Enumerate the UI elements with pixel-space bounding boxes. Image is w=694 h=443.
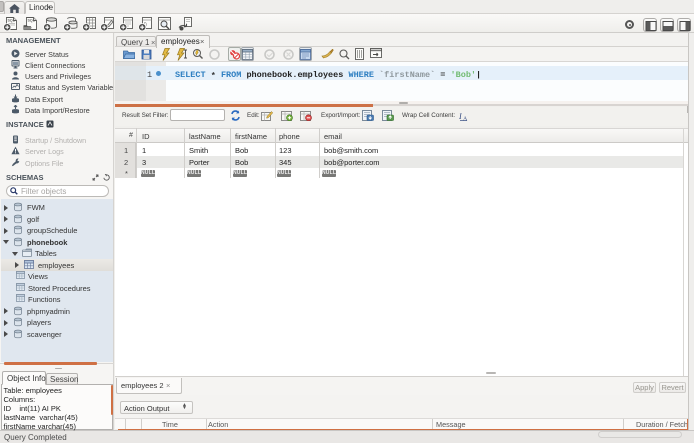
svg-text:SQL: SQL [28, 19, 36, 23]
svg-text:SQL: SQL [8, 19, 16, 23]
svg-text:I: I [459, 112, 462, 121]
